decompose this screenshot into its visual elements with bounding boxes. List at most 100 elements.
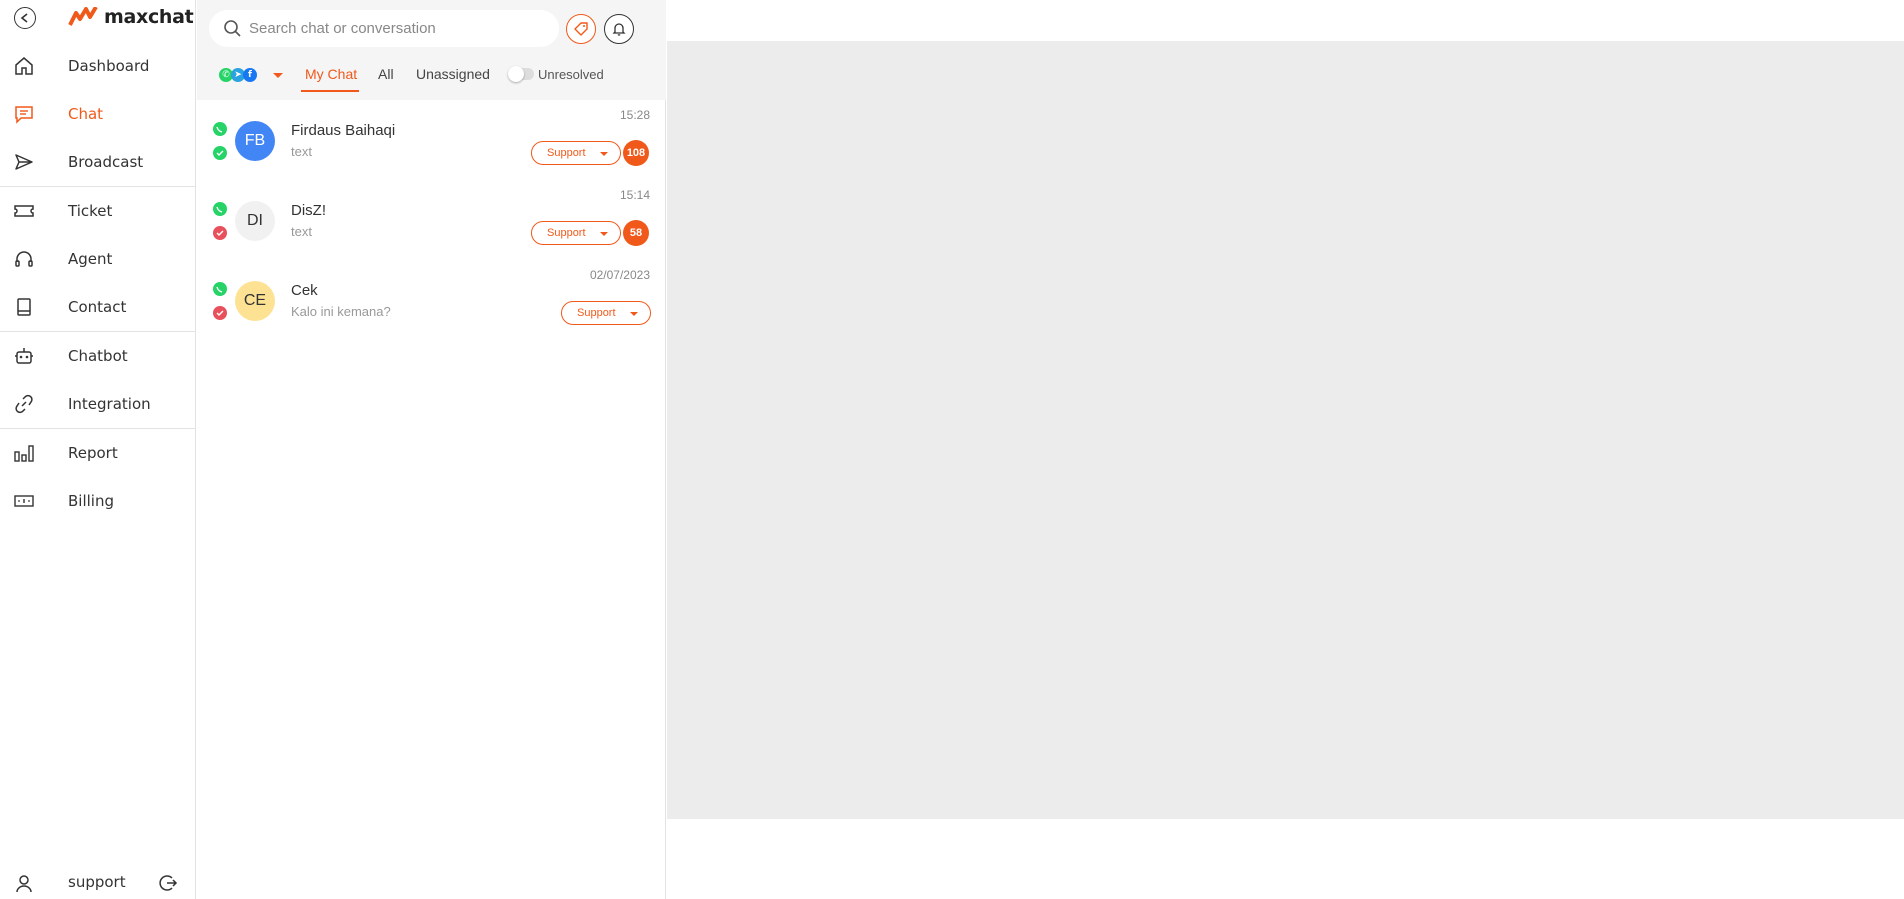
message-time: 15:14 xyxy=(619,188,650,202)
chevron-down-icon xyxy=(273,72,283,78)
sidebar-item-agent[interactable]: Agent xyxy=(0,235,196,283)
logo: maxchat xyxy=(68,4,194,30)
chevron-down-icon xyxy=(600,232,608,236)
chat-list-header: ✆ ➤ f My Chat All Unassigned Unresolved xyxy=(197,0,666,100)
sidebar-item-dashboard[interactable]: Dashboard xyxy=(0,42,196,90)
tab-all[interactable]: All xyxy=(378,66,394,82)
team-assign-dropdown[interactable]: Support xyxy=(531,221,621,245)
tab-unassigned[interactable]: Unassigned xyxy=(416,66,490,82)
money-icon xyxy=(14,495,34,507)
brand-name: maxchat xyxy=(104,6,194,28)
phone-icon xyxy=(216,206,223,213)
tag-icon xyxy=(574,22,588,36)
message-preview: Kalo ini kemana? xyxy=(291,304,391,319)
home-icon xyxy=(15,57,33,75)
chat-icon xyxy=(15,106,33,124)
chat-list: FB Firdaus Baihaqi text 15:28 Support 10… xyxy=(197,100,666,340)
contact-name: Cek xyxy=(291,282,318,299)
contact-book-icon xyxy=(17,298,31,316)
search-icon xyxy=(224,20,241,37)
bar-chart-icon xyxy=(14,445,34,462)
team-assign-dropdown[interactable]: Support xyxy=(531,141,621,165)
contact-name: DisZ! xyxy=(291,202,326,219)
sidebar-item-report[interactable]: Report xyxy=(0,429,196,477)
chevron-down-icon xyxy=(630,312,638,316)
sidebar-nav: Dashboard Chat Broadcast Ticket Agent Co… xyxy=(0,42,196,525)
sidebar-item-chat[interactable]: Chat xyxy=(0,90,196,138)
sidebar-item-integration[interactable]: Integration xyxy=(0,380,196,428)
search-box xyxy=(209,10,559,47)
chat-list-item[interactable]: DI DisZ! text 15:14 Support 58 xyxy=(197,180,666,260)
sidebar-item-label: Agent xyxy=(68,250,113,268)
message-preview: text xyxy=(291,144,312,159)
collapse-sidebar-button[interactable] xyxy=(14,7,36,29)
whatsapp-icon xyxy=(213,282,227,296)
unresolved-toggle[interactable] xyxy=(508,66,534,82)
sidebar-item-label: Dashboard xyxy=(68,57,150,75)
sidebar-item-chatbot[interactable]: Chatbot xyxy=(0,332,196,380)
active-tab-indicator xyxy=(301,90,359,92)
chat-list-panel: ✆ ➤ f My Chat All Unassigned Unresolved … xyxy=(197,0,666,899)
check-icon xyxy=(216,150,224,156)
send-icon xyxy=(15,154,33,170)
chat-list-item[interactable]: FB Firdaus Baihaqi text 15:28 Support 10… xyxy=(197,100,666,180)
sidebar-item-label: Chat xyxy=(68,105,104,123)
whatsapp-icon xyxy=(213,122,227,136)
phone-icon xyxy=(216,286,223,293)
team-label: Support xyxy=(547,227,586,239)
notification-button[interactable] xyxy=(604,14,634,44)
message-time: 15:28 xyxy=(619,108,650,122)
team-label: Support xyxy=(547,147,586,159)
avatar: FB xyxy=(235,121,275,161)
contact-name: Firdaus Baihaqi xyxy=(291,122,396,139)
chevron-down-icon xyxy=(600,152,608,156)
unresolved-status-icon xyxy=(213,306,227,320)
facebook-icon: f xyxy=(243,68,257,82)
team-label: Support xyxy=(577,307,616,319)
tab-my-chat[interactable]: My Chat xyxy=(305,66,357,82)
unread-badge: 108 xyxy=(623,140,649,166)
avatar: CE xyxy=(235,281,275,321)
conversation-empty-state xyxy=(667,41,1904,819)
sidebar-item-label: Broadcast xyxy=(68,153,144,171)
sidebar-item-label: Billing xyxy=(68,492,114,510)
logo-mark-icon xyxy=(68,7,98,26)
unresolved-label: Unresolved xyxy=(538,67,604,82)
robot-icon xyxy=(15,348,33,364)
check-icon xyxy=(216,310,224,316)
channel-filter-dropdown[interactable]: ✆ ➤ f xyxy=(219,66,283,84)
sidebar: maxchat Dashboard Chat Broadcast Ticket … xyxy=(0,0,196,899)
whatsapp-icon xyxy=(213,202,227,216)
link-icon xyxy=(15,394,33,414)
sidebar-item-label: Ticket xyxy=(68,202,113,220)
sidebar-item-label: Contact xyxy=(68,298,127,316)
sidebar-item-broadcast[interactable]: Broadcast xyxy=(0,138,196,186)
arrow-left-icon xyxy=(20,13,28,23)
label-filter-button[interactable] xyxy=(566,14,596,44)
sidebar-item-label: Integration xyxy=(68,395,151,413)
logout-icon[interactable] xyxy=(158,873,178,893)
conversation-header xyxy=(667,0,1904,41)
unresolved-status-icon xyxy=(213,226,227,240)
search-input[interactable] xyxy=(249,16,549,40)
headset-icon xyxy=(15,251,33,267)
brand-bar: maxchat xyxy=(0,0,196,36)
sidebar-item-label: Chatbot xyxy=(68,347,128,365)
user-name: support xyxy=(68,873,126,891)
sidebar-item-billing[interactable]: Billing xyxy=(0,477,196,525)
chat-list-item[interactable]: CE Cek Kalo ini kemana? 02/07/2023 Suppo… xyxy=(197,260,666,340)
team-assign-dropdown[interactable]: Support xyxy=(561,301,651,325)
message-preview: text xyxy=(291,224,312,239)
avatar: DI xyxy=(235,201,275,241)
unread-badge: 58 xyxy=(623,220,649,246)
sidebar-item-contact[interactable]: Contact xyxy=(0,283,196,331)
phone-icon xyxy=(216,126,223,133)
user-icon xyxy=(16,875,32,893)
sidebar-item-ticket[interactable]: Ticket xyxy=(0,187,196,235)
message-time: 02/07/2023 xyxy=(589,268,650,282)
check-icon xyxy=(216,230,224,236)
bell-icon xyxy=(612,23,626,36)
user-bar: support xyxy=(0,867,196,899)
conversation-area xyxy=(667,0,1904,899)
resolved-status-icon xyxy=(213,146,227,160)
